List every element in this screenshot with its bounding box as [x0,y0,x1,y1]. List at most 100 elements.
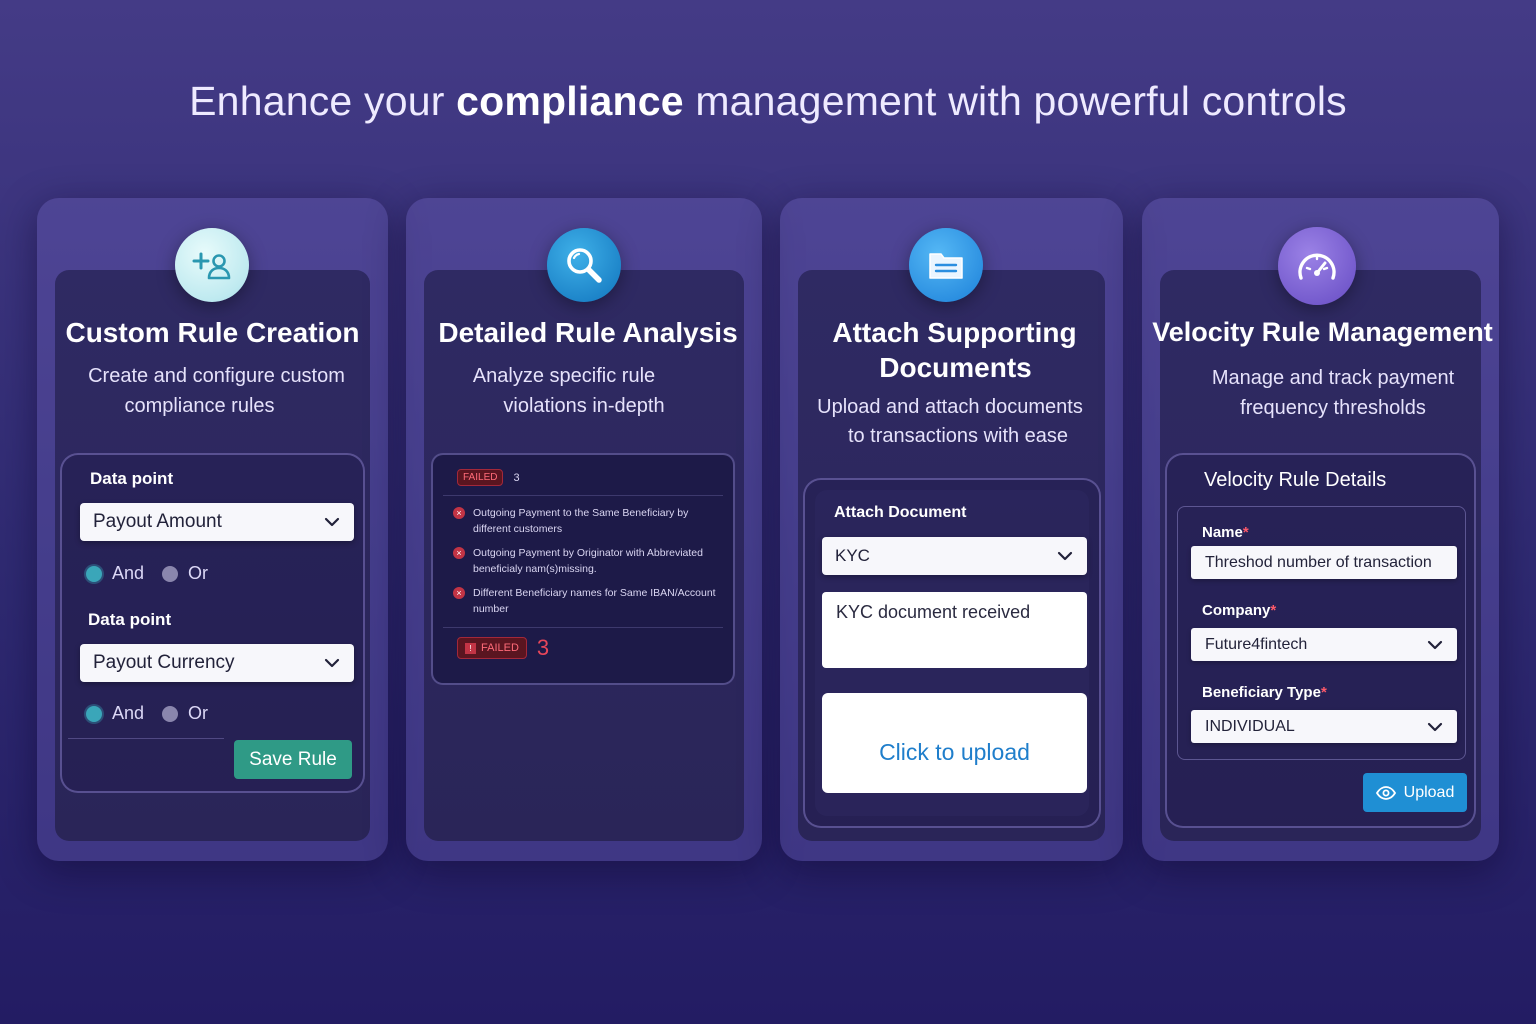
required-mark: * [1270,602,1277,619]
failed-footer: ! FAILED 3 [457,635,549,661]
failed-count: 3 [513,471,520,484]
card-desc-line1: Upload and attach documents [817,396,1083,418]
card-attach-supporting-documents: Attach Supporting Documents Upload and a… [780,198,1123,861]
add-user-icon [175,228,249,302]
company-label-text: Company [1202,602,1271,619]
company-select[interactable]: Future4fintech [1191,628,1457,661]
data-point-select[interactable]: Payout Currency [80,644,354,682]
card-desc-line2: frequency thresholds [1240,397,1426,419]
violation-text: number [473,603,509,615]
click-to-upload-dropzone[interactable]: Click to upload [822,693,1087,793]
upload-button[interactable]: Upload [1363,773,1467,812]
eye-icon [1375,785,1396,800]
violation-item[interactable]: × Outgoing Payment to the Same Beneficia… [453,505,719,537]
violation-text: Different Beneficiary names for Same IBA… [473,587,716,599]
card-title: Detailed Rule Analysis [438,317,738,348]
chevron-down-icon [324,517,340,527]
required-mark: * [1320,684,1327,701]
velocity-rule-heading: Velocity Rule Details [1204,469,1387,491]
or-label: Or [188,703,209,723]
violation-item[interactable]: × Outgoing Payment by Originator with Ab… [453,545,719,577]
name-label-text: Name [1202,524,1243,541]
warning-icon: ! [465,642,476,654]
card-desc-line2: compliance rules [124,395,275,417]
card-desc-line1: Analyze specific rule [472,365,656,387]
logic-radio-group: And Or [86,563,208,584]
data-point-value: Payout Amount [93,511,222,532]
rule-builder-panel: Data point Payout Amount And Or Data poi… [60,453,365,793]
violation-text: beneficialy nam(s)missing. [473,563,597,575]
and-radio[interactable] [86,565,102,582]
document-note-textarea[interactable]: KYC document received [822,592,1087,668]
beneficiary-type-label: Beneficiary Type* [1202,684,1327,701]
and-label: And [112,703,145,723]
card-velocity-rule-management: Velocity Rule Management Manage and trac… [1142,198,1499,861]
or-radio[interactable] [162,565,179,582]
attach-document-panel: Attach Document KYC KYC document receive… [803,478,1101,828]
error-icon: × [453,587,465,599]
violation-item[interactable]: × Different Beneficiary names for Same I… [453,585,719,617]
divider [443,495,723,496]
logic-radio-group: And Or [86,703,208,724]
data-point-label: Data point [88,610,172,629]
divider [68,738,224,739]
chevron-down-icon [1427,640,1443,649]
document-type-value: KYC [835,546,870,565]
failed-count: 3 [536,635,550,660]
card-desc-line2: violations in-depth [503,395,665,417]
card-desc-line1: Manage and track payment [1211,367,1455,389]
attach-document-label: Attach Document [834,504,967,521]
card-desc-line2: to transactions with ease [847,425,1069,447]
card-title: Custom Rule Creation [65,317,360,348]
failed-badge-label: FAILED [481,642,519,654]
company-label: Company* [1202,602,1276,619]
failed-badge: FAILED [457,469,504,486]
name-value: Threshod number of transaction [1205,553,1432,571]
headline-emphasis: compliance [456,78,684,124]
name-input[interactable]: Threshod number of transaction [1191,546,1457,579]
chevron-down-icon [324,658,340,668]
data-point-value: Payout Currency [93,652,235,673]
velocity-rule-panel: Velocity Rule Details Name* Threshod num… [1165,453,1476,828]
rule-analysis-panel: FAILED 3 × Outgoing Payment to the Same … [431,453,735,685]
document-note-value: KYC document received [836,602,1031,622]
beneficiary-type-label-text: Beneficiary Type [1202,684,1321,701]
beneficiary-type-value: INDIVIDUAL [1205,717,1295,735]
headline-suffix: management with powerful controls [683,78,1347,124]
upload-label: Click to upload [879,738,1030,765]
error-icon: × [453,547,465,559]
card-title: Attach Supporting [832,317,1077,348]
violation-text: Outgoing Payment to the Same Beneficiary… [473,507,689,519]
card-custom-rule-creation: Custom Rule Creation Create and configur… [37,198,388,861]
card-desc-line1: Create and configure custom [88,365,345,387]
document-icon [909,228,983,302]
and-radio[interactable] [86,705,102,722]
beneficiary-type-select[interactable]: INDIVIDUAL [1191,710,1457,743]
chevron-down-icon [1057,551,1073,561]
card-title: Documents [879,352,1032,383]
speedometer-icon [1278,227,1356,305]
card-detailed-rule-analysis: Detailed Rule Analysis Analyze specific … [406,198,762,861]
or-label: Or [188,563,209,583]
name-label: Name* [1202,524,1249,541]
violation-text: different customers [473,523,563,535]
error-icon: × [453,507,465,519]
company-value: Future4fintech [1205,635,1308,653]
data-point-label: Data point [90,469,174,488]
upload-label: Upload [1403,783,1455,801]
divider [443,627,723,628]
save-rule-button[interactable]: Save Rule [234,740,352,779]
search-icon [547,228,621,302]
data-point-select[interactable]: Payout Amount [80,503,354,541]
page-headline: Enhance your compliance management with … [0,78,1536,125]
and-label: And [112,563,145,583]
required-mark: * [1242,524,1249,541]
headline-prefix: Enhance your [189,78,457,124]
chevron-down-icon [1427,722,1443,731]
document-type-select[interactable]: KYC [822,537,1087,575]
card-title: Velocity Rule Management [1152,317,1493,347]
or-radio[interactable] [162,705,179,722]
violation-text: Outgoing Payment by Originator with Abbr… [473,547,703,559]
failed-badge: ! FAILED [457,637,527,659]
failed-header: FAILED 3 [457,469,520,486]
